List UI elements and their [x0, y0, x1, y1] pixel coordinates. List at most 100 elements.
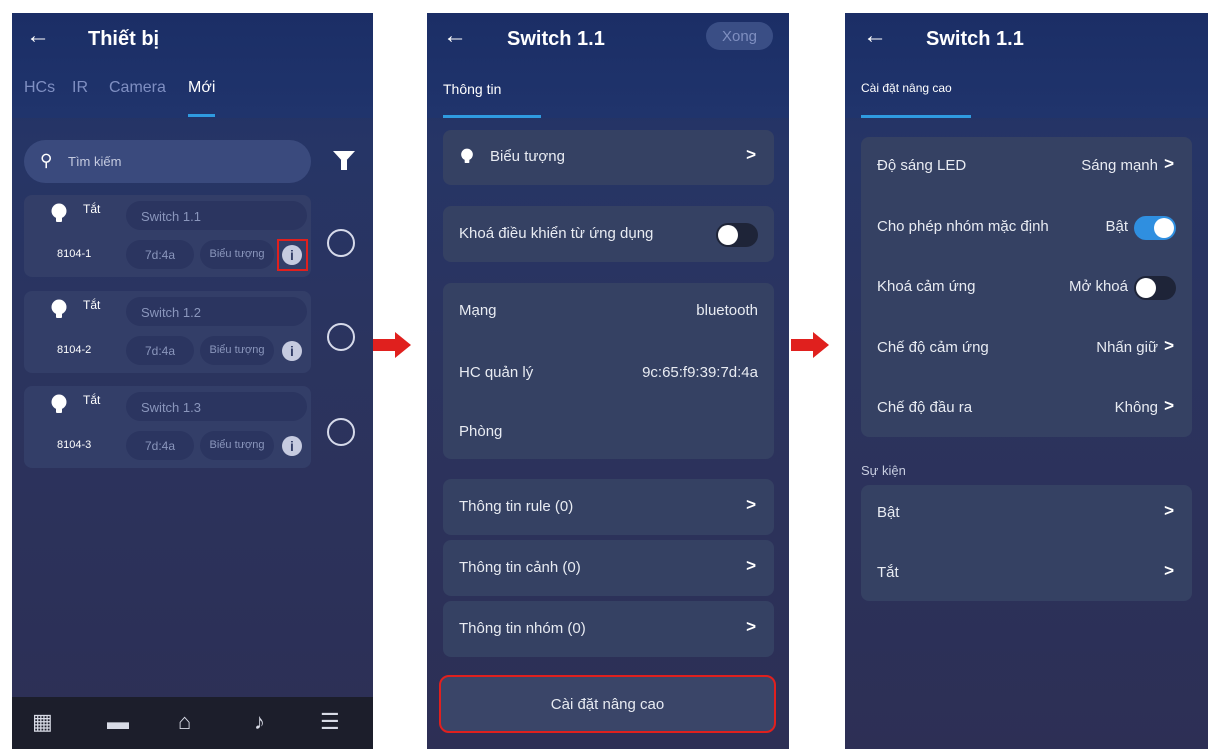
filter-icon-stem [341, 160, 347, 170]
chevron-right-icon: > [746, 145, 756, 164]
select-radio[interactable] [327, 323, 355, 351]
output-value: Không [1114, 399, 1158, 416]
tab-underline [443, 115, 541, 118]
scene-info-label: Thông tin cảnh (0) [459, 559, 581, 576]
device-mac: 7d:4a [126, 431, 194, 460]
device-info-screen: ← Switch 1.1 Xong Thông tin Biểu tượng >… [427, 13, 789, 749]
device-card[interactable]: Tắt 8104-1 Switch 1.1 7d:4a Biểu tượng i [24, 195, 311, 277]
search-icon: ⚲ [40, 151, 53, 170]
page-title: Switch 1.1 [926, 28, 1024, 50]
output-mode-row[interactable]: Chế độ đầu ra Không > [861, 380, 1192, 436]
group-label: Cho phép nhóm mặc định [877, 218, 1049, 235]
led-brightness-row[interactable]: Độ sáng LED Sáng mạnh > [861, 138, 1192, 194]
back-arrow-icon[interactable]: ← [26, 24, 50, 48]
device-list-screen: ← Thiết bị HCs IR Camera Mới ⚲ Tìm kiếm … [12, 13, 373, 749]
output-label: Chế độ đầu ra [877, 399, 973, 416]
device-icon-label: Biểu tượng [200, 240, 274, 269]
header [12, 13, 373, 118]
device-name: Switch 1.2 [126, 297, 307, 326]
done-button[interactable]: Xong [706, 22, 773, 50]
group-value: Bật [1105, 218, 1128, 235]
event-on-label: Bật [877, 504, 900, 521]
music-icon[interactable]: ♪ [254, 711, 265, 733]
advanced-settings-card: Độ sáng LED Sáng mạnh > Cho phép nhóm mặ… [861, 137, 1192, 437]
icon-row-label: Biểu tượng [490, 148, 565, 165]
group-info-row[interactable]: Thông tin nhóm (0) > [443, 601, 774, 657]
device-mac: 7d:4a [126, 240, 194, 269]
lock-app-label: Khoá điều khiển từ ứng dụng [459, 225, 654, 242]
device-code: 8104-3 [57, 439, 92, 451]
chevron-right-icon: > [1164, 336, 1174, 355]
device-state: Tắt [83, 393, 101, 407]
chevron-right-icon: > [1164, 501, 1174, 520]
lock-app-toggle[interactable] [716, 223, 758, 247]
advanced-settings-screen: ← Switch 1.1 Cài đặt nâng cao Độ sáng LE… [845, 13, 1208, 749]
touch-mode-label: Chế độ cảm ứng [877, 339, 989, 356]
network-label: Mạng [459, 302, 497, 319]
event-off-row[interactable]: Tắt > [861, 545, 1192, 601]
device-card[interactable]: Tắt 8104-3 Switch 1.3 7d:4a Biểu tượng i [24, 386, 311, 468]
bottom-nav: ▦ ▬ ⌂ ♪ ☰ [12, 697, 373, 749]
network-value: bluetooth [696, 302, 758, 319]
touch-lock-toggle[interactable] [1134, 276, 1176, 300]
tab-new[interactable]: Mới [188, 79, 215, 97]
device-name: Switch 1.3 [126, 392, 307, 421]
bulb-icon [51, 299, 67, 318]
tab-hcs[interactable]: HCs [24, 79, 55, 97]
touch-lock-label: Khoá cảm ứng [877, 278, 976, 295]
back-arrow-icon[interactable]: ← [443, 24, 467, 48]
tab-info[interactable]: Thông tin [443, 81, 501, 97]
tab-advanced[interactable]: Cài đặt nâng cao [861, 81, 952, 95]
device-card[interactable]: Tắt 8104-2 Switch 1.2 7d:4a Biểu tượng i [24, 291, 311, 373]
hc-value: 9c:65:f9:39:7d:4a [642, 364, 758, 381]
select-radio[interactable] [327, 229, 355, 257]
device-name: Switch 1.1 [126, 201, 307, 230]
bulb-icon [51, 203, 67, 222]
icon-row-card[interactable]: Biểu tượng > [443, 130, 774, 185]
tab-camera[interactable]: Camera [109, 79, 166, 97]
lock-app-card: Khoá điều khiển từ ứng dụng [443, 206, 774, 262]
event-off-label: Tắt [877, 564, 899, 581]
info-icon[interactable]: i [282, 436, 302, 456]
tab-underline [188, 114, 215, 117]
info-icon[interactable]: i [282, 341, 302, 361]
bulb-icon [51, 394, 67, 413]
chevron-right-icon: > [1164, 154, 1174, 173]
select-radio[interactable] [327, 418, 355, 446]
device-icon-label: Biểu tượng [200, 336, 274, 365]
led-label: Độ sáng LED [877, 157, 967, 174]
chevron-right-icon: > [1164, 561, 1174, 580]
touch-mode-row[interactable]: Chế độ cảm ứng Nhấn giữ > [861, 320, 1192, 376]
device-state: Tắt [83, 298, 101, 312]
default-group-row: Cho phép nhóm mặc định Bật [861, 199, 1192, 255]
room-label: Phòng [459, 423, 503, 440]
hc-label: HC quản lý [459, 364, 534, 381]
default-group-toggle[interactable] [1134, 216, 1176, 240]
home-icon[interactable]: ⌂ [178, 711, 191, 733]
device-code: 8104-1 [57, 248, 92, 260]
grid-icon[interactable]: ▦ [32, 711, 53, 733]
network-card: Mạng bluetooth HC quản lý 9c:65:f9:39:7d… [443, 283, 774, 459]
search-placeholder: Tìm kiếm [68, 154, 122, 169]
bulb-icon [461, 148, 473, 163]
chevron-right-icon: > [1164, 396, 1174, 415]
info-highlight-box [277, 239, 308, 271]
chevron-right-icon: > [746, 556, 756, 575]
page-title: Switch 1.1 [507, 28, 605, 50]
events-card: Bật > Tắt > [861, 485, 1192, 601]
advanced-settings-button[interactable]: Cài đặt nâng cao [439, 675, 776, 733]
touch-lock-row: Khoá cảm ứng Mở khoá [861, 259, 1192, 315]
menu-icon[interactable]: ☰ [320, 711, 340, 733]
device-code: 8104-2 [57, 344, 92, 356]
rule-info-label: Thông tin rule (0) [459, 498, 574, 515]
list-icon[interactable]: ▬ [107, 711, 129, 733]
back-arrow-icon[interactable]: ← [863, 24, 887, 48]
tab-ir[interactable]: IR [72, 79, 88, 97]
group-info-label: Thông tin nhóm (0) [459, 620, 586, 637]
chevron-right-icon: > [746, 495, 756, 514]
tab-underline [861, 115, 971, 118]
scene-info-row[interactable]: Thông tin cảnh (0) > [443, 540, 774, 596]
event-on-row[interactable]: Bật > [861, 485, 1192, 541]
search-input[interactable]: ⚲ Tìm kiếm [24, 140, 311, 183]
rule-info-row[interactable]: Thông tin rule (0) > [443, 479, 774, 535]
